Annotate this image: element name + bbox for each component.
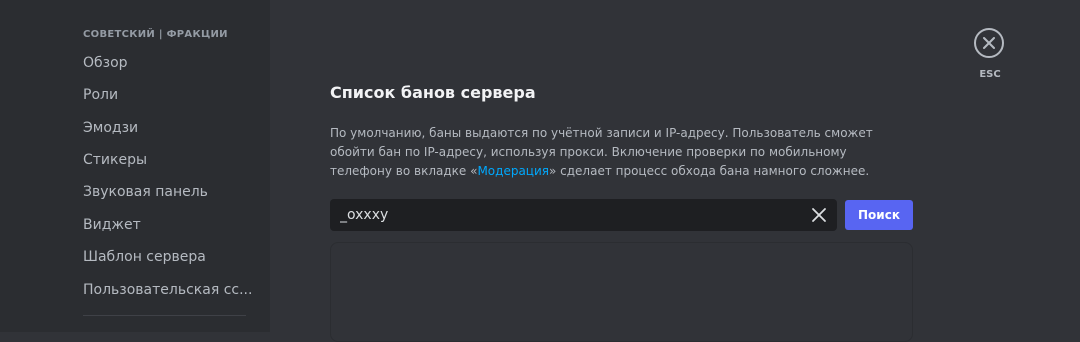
sidebar-item-roles[interactable]: Роли (83, 87, 118, 103)
sidebar-section-header: СОВЕТСКИЙ | ФРАКЦИИ (83, 29, 228, 40)
clear-x-icon[interactable] (811, 207, 827, 223)
sidebar-item-stickers[interactable]: Стикеры (83, 152, 147, 168)
search-input[interactable] (340, 199, 800, 231)
ban-description: По умолчанию, баны выдаются по учётной з… (330, 124, 910, 181)
sidebar-item-overview[interactable]: Обзор (83, 55, 128, 71)
settings-sidebar: СОВЕТСКИЙ | ФРАКЦИИ Обзор Роли Эмодзи Ст… (0, 0, 270, 332)
page-title: Список банов сервера (330, 83, 536, 102)
sidebar-divider (83, 315, 246, 316)
sidebar-item-widget[interactable]: Виджет (83, 217, 141, 233)
moderation-link[interactable]: Модерация (477, 164, 549, 178)
esc-label: ESC (979, 69, 1001, 80)
sidebar-item-custom-link[interactable]: Пользовательская сс... (83, 282, 252, 298)
search-box (330, 199, 837, 231)
close-icon (983, 37, 995, 49)
ban-results-panel (330, 242, 913, 342)
sidebar-item-server-template[interactable]: Шаблон сервера (83, 249, 206, 265)
close-button[interactable] (974, 28, 1004, 58)
sidebar-item-emoji[interactable]: Эмодзи (83, 120, 138, 136)
description-text-end: » сделает процесс обхода бана намного сл… (548, 164, 870, 178)
search-button[interactable]: Поиск (845, 200, 913, 230)
sidebar-item-soundboard[interactable]: Звуковая панель (83, 184, 208, 200)
